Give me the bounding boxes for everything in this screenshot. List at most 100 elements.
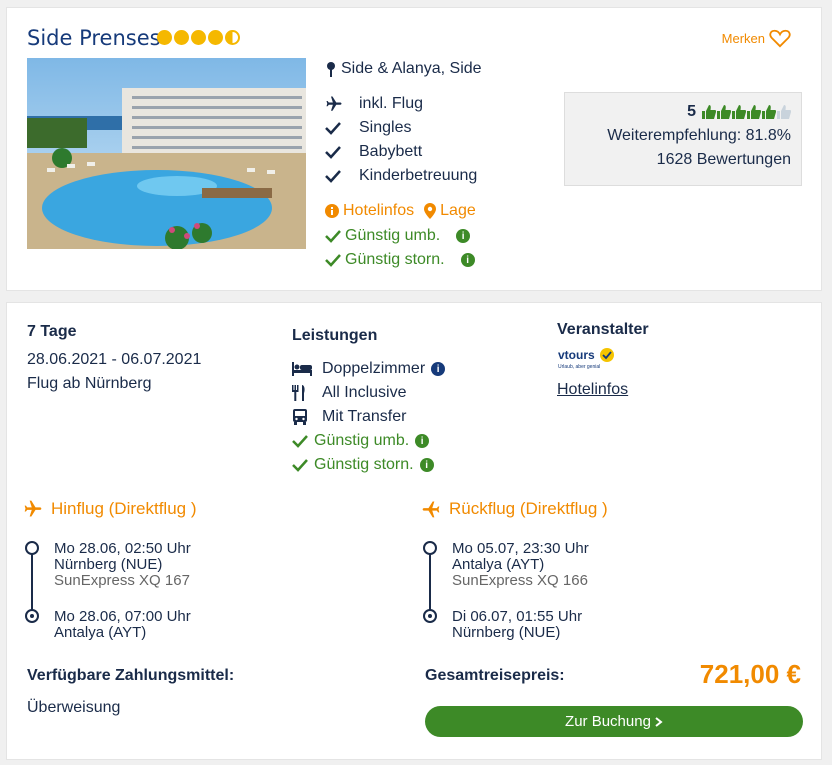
booking-button[interactable]: Zur Buchung [425, 706, 803, 737]
hotelinfos-link[interactable]: Hotelinfos [325, 202, 414, 220]
hotel-card: Side Prenses Merken Side & Alanya, Side … [6, 7, 822, 291]
feature-babybett: Babybett [325, 140, 477, 164]
check-icon [325, 254, 341, 267]
departure-airport: Antalya (AYT) [452, 556, 545, 573]
cutlery-icon [292, 385, 322, 401]
thumb-up-icon [717, 105, 731, 119]
rating-score: 5 [687, 103, 696, 120]
svg-text:Urlaub, aber genial: Urlaub, aber genial [558, 364, 600, 370]
arrival-time: Di 06.07, 01:55 Uhr [452, 608, 583, 625]
location-text: Side & Alanya, Side [341, 60, 482, 77]
thumb-up-empty-icon [777, 105, 791, 119]
departure-time: Mo 28.06, 02:50 Uhr [54, 540, 191, 557]
info-icon [325, 204, 339, 218]
veranstalter-title: Veranstalter [557, 321, 649, 338]
airline: SunExpress XQ 166 [452, 572, 588, 589]
arrival-dot [25, 609, 39, 623]
thumbs-rating [702, 105, 791, 119]
hotel-photo-image [27, 58, 306, 249]
info-icon[interactable]: i [419, 458, 434, 472]
hotel-photo[interactable] [27, 58, 306, 249]
plane-icon [422, 501, 440, 518]
departure-airport: Nürnberg (NUE) [54, 556, 163, 573]
leistung-room: Doppelzimmer i [292, 357, 446, 381]
leistungen-title: Leistungen [292, 327, 378, 344]
veranstalter-hotelinfos-link[interactable]: Hotelinfos [557, 381, 628, 399]
transfer-info: Mit Transfer [322, 408, 407, 425]
leistungen-list: Doppelzimmer i All Inclusive Mit Transfe… [292, 357, 446, 477]
hotel-name[interactable]: Side Prenses [27, 26, 161, 50]
review-count: 1628 Bewertungen [656, 151, 791, 168]
departure-airport: Flug ab Nürnberg [27, 375, 152, 392]
star-rating [157, 30, 240, 45]
star-icon [208, 30, 223, 45]
hotel-location: Side & Alanya, Side [325, 60, 482, 78]
star-icon [191, 30, 206, 45]
merken-label: Merken [721, 30, 765, 46]
info-icon[interactable]: i [415, 434, 430, 448]
check-icon [325, 230, 341, 243]
recommendation-rate: Weiterempfehlung: 81.8% [607, 127, 791, 144]
rueckflug-header: Rückflug (Direktflug ) [421, 499, 608, 519]
hotel-features: inkl. Flug Singles Babybett Kinderbetreu… [325, 92, 477, 188]
check-icon [325, 121, 359, 135]
offer-card: 7 Tage 28.06.2021 - 06.07.2021 Flug ab N… [6, 302, 822, 760]
hotel-links: Hotelinfos Lage [325, 202, 476, 220]
storn-label: Günstig storn. [314, 456, 414, 473]
payment-method: Überweisung [27, 699, 121, 716]
plane-icon [325, 95, 359, 113]
check-icon [325, 145, 359, 159]
payment-title: Verfügbare Zahlungsmittel: [27, 667, 235, 684]
hinflug-departure: Mo 28.06, 02:50 Uhr Nürnberg (NUE) SunEx… [54, 541, 191, 589]
location-pin-icon [424, 203, 437, 219]
total-price-label: Gesamtreisepreis: [425, 667, 565, 684]
bed-icon [292, 362, 322, 376]
rating-score-row: 5 [575, 103, 791, 121]
feature-singles: Singles [325, 116, 477, 140]
hinflug-title: Hinflug (Direktflug ) [51, 499, 197, 518]
arrival-airport: Antalya (AYT) [54, 624, 147, 641]
departure-dot [25, 541, 39, 555]
chevron-right-icon [655, 716, 663, 727]
arrival-airport: Nürnberg (NUE) [452, 624, 561, 641]
trip-dates: 28.06.2021 - 06.07.2021 [27, 351, 202, 368]
trip-duration: 7 Tage [27, 323, 77, 340]
flex-options: Günstig umb. i Günstig storn. i [325, 224, 475, 272]
feature-kinderbetreuung: Kinderbetreuung [325, 164, 477, 188]
room-type: Doppelzimmer [322, 360, 426, 377]
star-icon [174, 30, 189, 45]
info-icon[interactable]: i [460, 253, 475, 267]
heart-icon [769, 29, 791, 48]
check-icon [292, 434, 314, 448]
rueckflug-arrival: Di 06.07, 01:55 Uhr Nürnberg (NUE) [452, 609, 582, 641]
rueckflug-title: Rückflug (Direktflug ) [449, 499, 608, 518]
thumb-up-icon [732, 105, 746, 119]
hotelinfos-label: Hotelinfos [343, 202, 415, 219]
airline: SunExpress XQ 167 [54, 572, 190, 589]
guenstig-storn: Günstig storn. i [325, 248, 475, 272]
hinflug-timeline [23, 539, 43, 631]
merken-button[interactable]: Merken [722, 28, 791, 48]
feature-label: Babybett [359, 143, 423, 160]
thumb-up-icon [702, 105, 716, 119]
thumb-up-icon [747, 105, 761, 119]
info-icon[interactable]: i [431, 362, 446, 376]
lage-label: Lage [440, 202, 476, 219]
plane-icon [24, 500, 42, 517]
guenstig-umb: Günstig umb. i [325, 224, 475, 248]
svg-text:vtours: vtours [558, 348, 595, 362]
lage-link[interactable]: Lage [424, 202, 476, 220]
leistung-transfer: Mit Transfer [292, 405, 445, 429]
feature-label: inkl. Flug [359, 95, 424, 112]
departure-dot [423, 541, 437, 555]
bus-icon [292, 409, 322, 425]
departure-time: Mo 05.07, 23:30 Uhr [452, 540, 589, 557]
arrival-dot [423, 609, 437, 623]
booking-button-label: Zur Buchung [565, 713, 651, 730]
rueckflug-timeline [421, 539, 441, 631]
feature-label: Singles [359, 119, 412, 136]
info-icon[interactable]: i [456, 229, 471, 243]
rating-box[interactable]: 5 Weiterempfehlung: 81.8% 1628 Bewertung… [564, 92, 802, 186]
guenstig-umb-label: Günstig umb. [345, 227, 441, 244]
hinflug-arrival: Mo 28.06, 07:00 Uhr Antalya (AYT) [54, 609, 191, 641]
